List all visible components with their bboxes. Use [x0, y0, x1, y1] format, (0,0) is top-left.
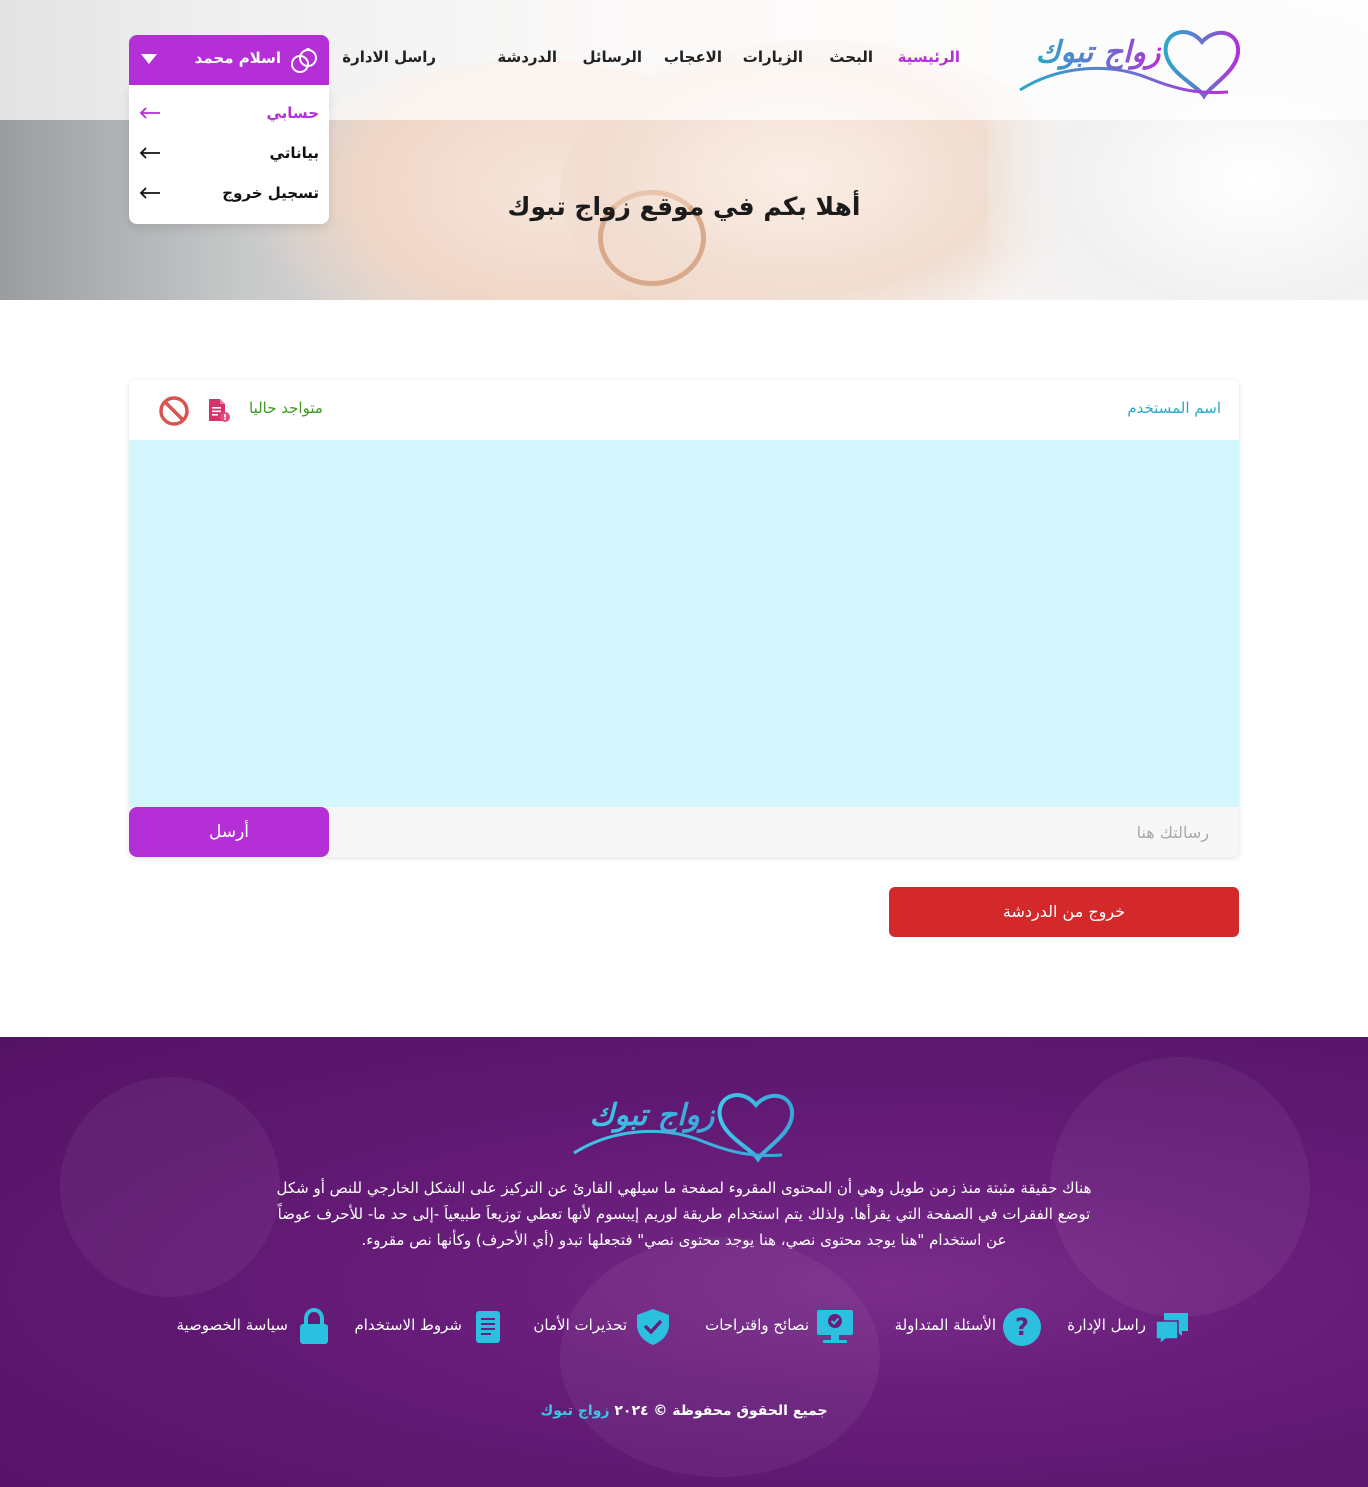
- footer-link-label: سياسة الخصوصية: [176, 1316, 288, 1334]
- footer-link-terms[interactable]: شروط الاستخدام: [354, 1305, 508, 1349]
- user-name: اسلام محمد: [194, 49, 281, 67]
- footer-logo[interactable]: زواج تبوك: [572, 1085, 798, 1163]
- footer-links: راسل الإدارة ? الأسئلة المتداولة نصائح و…: [160, 1305, 1208, 1349]
- footer-link-label: نصائح واقتراحات: [705, 1316, 809, 1334]
- shield-check-icon: [637, 1309, 669, 1345]
- footer-link-label: الأسئلة المتداولة: [894, 1316, 996, 1334]
- lock-icon: [300, 1307, 328, 1344]
- dropdown-item-logout[interactable]: تسجيل خروج: [129, 178, 329, 208]
- footer-background-decoration: [60, 1077, 280, 1297]
- send-button[interactable]: أرسل: [129, 807, 329, 857]
- footer-link-privacy[interactable]: سياسة الخصوصية: [174, 1305, 334, 1349]
- nav-item-likes[interactable]: الاعجاب: [664, 48, 722, 66]
- nav-item-messages[interactable]: الرسائل: [582, 48, 642, 66]
- main-nav: الرئيسية البحث الزيارات الاعجاب الرسائل …: [342, 48, 960, 70]
- online-status: متواجد حاليا: [249, 399, 323, 417]
- copyright: جميع الحقوق محفوظة © ٢٠٢٤ زواج تبوك: [0, 1403, 1368, 1419]
- footer-background-decoration: [560, 1237, 880, 1477]
- chat-header: اسم المستخدم متواجد حاليا: [129, 380, 1239, 440]
- footer-link-label: شروط الاستخدام: [354, 1316, 462, 1334]
- chat-window: اسم المستخدم متواجد حاليا أرسل: [129, 380, 1239, 857]
- svg-text:?: ?: [1015, 1313, 1029, 1341]
- question-icon: ?: [1003, 1308, 1041, 1346]
- footer-link-label: تحذيرات الأمان: [533, 1316, 627, 1334]
- footer-description: هناك حقيقة مثبتة منذ زمن طويل وهي أن الم…: [276, 1179, 1092, 1249]
- chat-username[interactable]: اسم المستخدم: [1127, 399, 1221, 417]
- nav-item-search[interactable]: البحث: [829, 48, 873, 66]
- monitor-check-icon: [817, 1310, 853, 1343]
- dropdown-item-my-data[interactable]: بياناتي: [129, 138, 329, 168]
- footer-link-faq[interactable]: ? الأسئلة المتداولة: [880, 1305, 1042, 1349]
- nav-item-chat[interactable]: الدردشة: [497, 48, 557, 66]
- nav-item-home[interactable]: الرئيسية: [898, 48, 960, 66]
- caret-down-icon: [141, 54, 157, 64]
- leave-chat-button[interactable]: خروج من الدردشة: [889, 887, 1239, 937]
- footer-link-label: راسل الإدارة: [1067, 1316, 1146, 1334]
- chat-input-row: أرسل: [129, 807, 1239, 857]
- chat-bubbles-icon: [1155, 1313, 1188, 1346]
- dropdown-item-label: بياناتي: [269, 144, 319, 162]
- copyright-brand-link[interactable]: زواج تبوك: [540, 1403, 609, 1419]
- arrow-left-icon: [139, 107, 160, 119]
- user-dropdown-menu: حسابي بياناتي تسجيل خروج: [129, 85, 329, 224]
- nav-item-contact-admin[interactable]: راسل الادارة: [342, 48, 436, 66]
- block-icon[interactable]: [158, 395, 190, 427]
- chat-messages-area[interactable]: [129, 440, 1239, 807]
- nav-item-visits[interactable]: الزيارات: [743, 48, 803, 66]
- report-icon[interactable]: [205, 397, 231, 423]
- rings-icon: [291, 48, 317, 73]
- logo-text: زواج تبوك: [590, 1098, 716, 1133]
- document-icon: [476, 1311, 500, 1343]
- dropdown-item-label: حسابي: [266, 104, 319, 122]
- copyright-text: جميع الحقوق محفوظة © ٢٠٢٤: [614, 1403, 828, 1419]
- footer-link-safety[interactable]: تحذيرات الأمان: [533, 1305, 673, 1349]
- footer-link-tips[interactable]: نصائح واقتراحات: [699, 1305, 855, 1349]
- site-logo[interactable]: زواج تبوك: [1018, 22, 1244, 100]
- footer-link-contact-admin[interactable]: راسل الإدارة: [1067, 1305, 1192, 1349]
- message-input[interactable]: [329, 807, 1239, 857]
- arrow-left-icon: [139, 187, 160, 199]
- arrow-left-icon: [139, 147, 160, 159]
- dropdown-item-label: تسجيل خروج: [222, 184, 319, 202]
- dropdown-item-my-account[interactable]: حسابي: [129, 98, 329, 128]
- footer: زواج تبوك هناك حقيقة مثبتة منذ زمن طويل …: [0, 1037, 1368, 1487]
- user-menu-button[interactable]: اسلام محمد: [129, 35, 329, 85]
- logo-text: زواج تبوك: [1036, 35, 1162, 70]
